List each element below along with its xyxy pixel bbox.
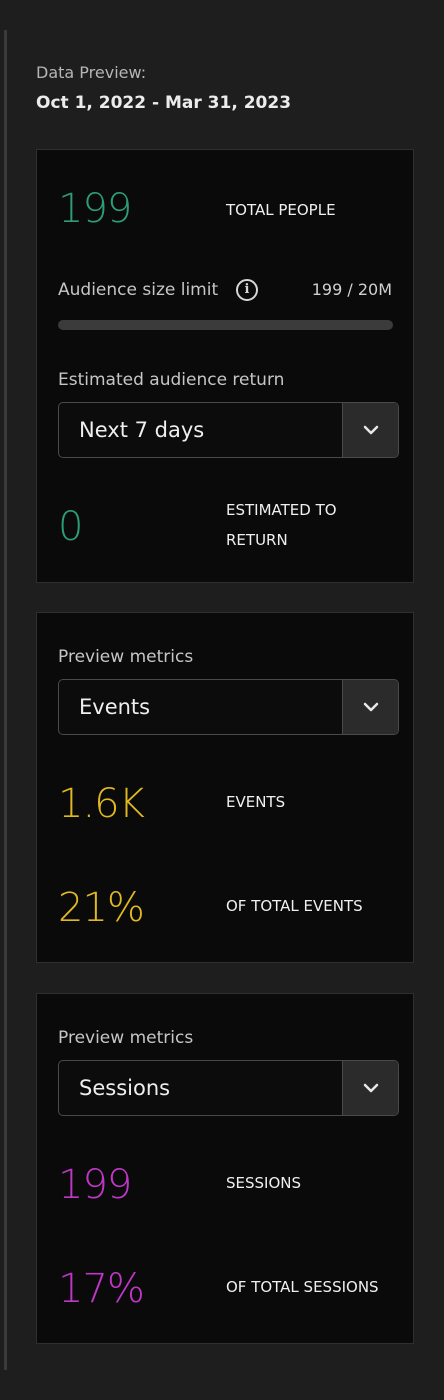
total-people-label: TOTAL PEOPLE	[226, 201, 336, 219]
sessions-value: 199	[58, 1162, 132, 1208]
chevron-down-icon[interactable]	[342, 680, 398, 734]
chevron-down-icon[interactable]	[342, 1061, 398, 1115]
audience-card: 199 TOTAL PEOPLE Audience size limit i 1…	[36, 149, 414, 583]
preview-metrics-selected: Sessions	[79, 1076, 171, 1100]
estimated-return-label-line2: RETURN	[226, 531, 288, 549]
total-people-value: 199	[58, 186, 132, 232]
sessions-label: SESSIONS	[226, 1174, 302, 1192]
estimated-return-dropdown[interactable]: Next 7 days	[58, 402, 399, 458]
events-label: EVENTS	[226, 793, 286, 811]
preview-metrics-label: Preview metrics	[58, 1028, 194, 1048]
audience-size-limit-value: 199 / 20M	[311, 280, 392, 299]
preview-metrics-dropdown[interactable]: Sessions	[58, 1060, 399, 1116]
data-preview-label: Data Preview:	[36, 63, 147, 82]
audience-size-limit-label: Audience size limit	[58, 280, 219, 300]
events-percent-label: OF TOTAL EVENTS	[226, 897, 363, 915]
preview-metrics-label: Preview metrics	[58, 647, 194, 667]
panel-divider	[4, 30, 7, 1370]
estimated-return-selected: Next 7 days	[79, 418, 205, 442]
preview-metrics-dropdown[interactable]: Events	[58, 679, 399, 735]
events-value: 1.6K	[58, 781, 145, 827]
estimated-return-value: 0	[58, 504, 83, 550]
estimated-return-label: Estimated audience return	[58, 370, 285, 390]
estimated-return-label-line1: ESTIMATED TO	[226, 501, 337, 519]
data-preview-header: Data Preview: Oct 1, 2022 - Mar 31, 2023	[36, 62, 291, 114]
preview-metrics-selected: Events	[79, 695, 151, 719]
chevron-down-icon[interactable]	[342, 403, 398, 457]
info-icon[interactable]: i	[236, 279, 258, 301]
sessions-metrics-card: Preview metrics Sessions 199 SESSIONS 17…	[36, 993, 414, 1344]
sessions-percent-label: OF TOTAL SESSIONS	[226, 1278, 379, 1296]
sessions-percent-value: 17%	[58, 1266, 145, 1312]
date-range: Oct 1, 2022 - Mar 31, 2023	[36, 93, 292, 113]
events-percent-value: 21%	[58, 885, 145, 931]
events-metrics-card: Preview metrics Events 1.6K EVENTS 21% O…	[36, 612, 414, 963]
audience-size-meter	[58, 320, 393, 330]
